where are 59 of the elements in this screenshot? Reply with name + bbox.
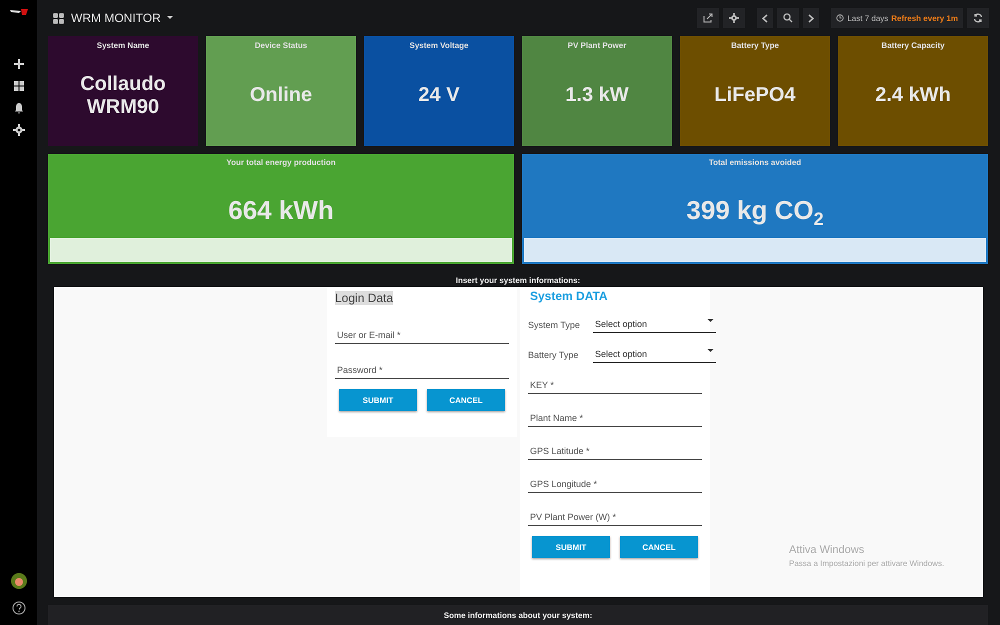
system-heading: System DATA	[530, 289, 609, 304]
settings-icon	[729, 13, 740, 24]
panel-title: Insert your system informations:	[454, 275, 582, 288]
panel-title: Device Status	[254, 41, 308, 50]
grid-icon	[52, 12, 65, 25]
select-field[interactable]: Select option	[593, 316, 716, 334]
panel-value: 1.3 kW	[565, 83, 629, 108]
notice-text: Passa a Impostazioni per attivare Windows.	[789, 559, 944, 568]
input-field[interactable]: User or E-mail *	[335, 327, 509, 344]
panel-value: 24 V	[418, 83, 460, 108]
panel-title: Total emissions avoided	[708, 158, 802, 167]
panel-title: PV Plant Power	[568, 41, 626, 50]
refresh-button[interactable]	[967, 8, 989, 28]
panel-value: 2.4 kWh	[875, 83, 951, 108]
search-icon	[783, 13, 794, 24]
input-field[interactable]: PV Plant Power (W) *	[528, 509, 702, 526]
chevron-right-icon	[808, 14, 814, 23]
notice-title: Attiva Windows	[789, 544, 866, 556]
login-heading: Login Data	[335, 291, 394, 306]
forward-button[interactable]	[803, 8, 820, 28]
caret-icon	[707, 319, 714, 324]
zoom-button[interactable]	[777, 8, 800, 28]
panel-value: LiFePO4	[714, 83, 796, 108]
logo-icon[interactable]	[8, 8, 28, 18]
select-label: Battery Type	[528, 350, 580, 360]
back-button[interactable]	[757, 8, 774, 28]
time-range-picker[interactable]: Last 7 days Refresh every 1m	[831, 8, 963, 28]
bell-icon[interactable]	[12, 102, 24, 114]
share-button[interactable]	[697, 8, 720, 28]
caret-icon	[166, 16, 173, 20]
caret-icon	[707, 349, 714, 354]
panel-value: 399 kg CO$_{2}$	[686, 194, 824, 230]
plus-icon[interactable]	[12, 58, 24, 70]
panel-value: Collaudo WRM90	[79, 72, 167, 120]
input-field[interactable]: GPS Latitude *	[528, 443, 702, 460]
panel-title: System Name	[96, 41, 150, 50]
dashboard-title[interactable]: WRM MONITOR	[48, 11, 177, 26]
input-field[interactable]: Password *	[335, 362, 509, 380]
panel-title: Your total energy production	[226, 158, 336, 167]
dashboard-icon[interactable]	[12, 80, 24, 92]
select-field[interactable]: Select option	[593, 346, 716, 364]
share-icon	[703, 13, 714, 24]
input-field[interactable]: GPS Longitude *	[528, 476, 702, 494]
refresh-icon	[973, 13, 983, 24]
settings-icon[interactable]	[12, 124, 24, 136]
select-label: System Type	[528, 320, 581, 330]
panel-value: 664 kWh	[228, 194, 334, 226]
panel-value: Online	[250, 83, 312, 108]
panel-title: Battery Capacity	[881, 41, 945, 50]
help-icon[interactable]	[12, 601, 26, 615]
panel-title: Some informations about your system:	[48, 605, 988, 625]
settings-button[interactable]	[723, 8, 746, 28]
input-field[interactable]: KEY *	[528, 377, 702, 394]
chevron-left-icon	[762, 14, 768, 23]
input-field[interactable]: Plant Name *	[528, 410, 702, 428]
panel-title: System Voltage	[410, 41, 468, 50]
avatar-icon[interactable]	[10, 573, 26, 589]
panel-title: Battery Type	[731, 41, 779, 50]
clock-icon	[836, 14, 844, 22]
